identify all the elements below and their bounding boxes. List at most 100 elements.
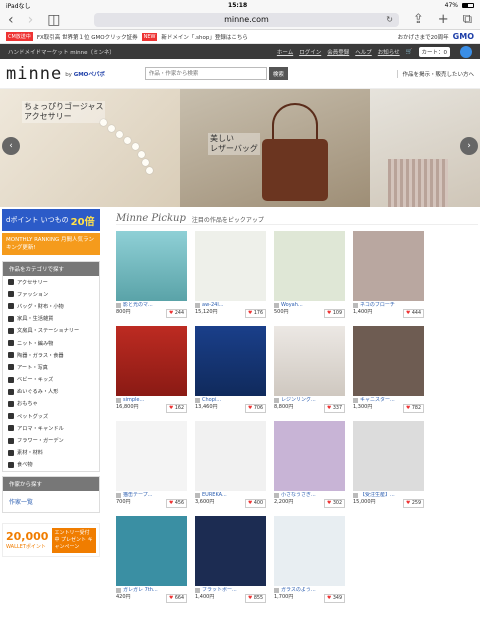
product-image[interactable] bbox=[195, 421, 266, 491]
product-image[interactable] bbox=[353, 326, 424, 396]
category-item[interactable]: バッグ・財布・小物 bbox=[3, 300, 99, 312]
product-name[interactable]: simple... bbox=[123, 397, 144, 404]
category-item[interactable]: アート・写真 bbox=[3, 361, 99, 373]
creator-avatar[interactable] bbox=[116, 588, 121, 593]
product-card[interactable]: ネコのブローチ 1,400円 ♥ 444 bbox=[353, 231, 424, 318]
reload-icon[interactable]: ↻ bbox=[386, 15, 393, 24]
creator-avatar[interactable] bbox=[116, 493, 121, 498]
nav-news[interactable]: お知らせ bbox=[378, 48, 400, 56]
category-item[interactable]: 家具・生活雑貨 bbox=[3, 313, 99, 325]
favorite-button[interactable]: ♥ 664 bbox=[166, 594, 187, 603]
ad-link-fx[interactable]: FX取引高 世界第１位 GMOクリック証券 bbox=[37, 33, 138, 41]
product-image[interactable] bbox=[274, 516, 345, 586]
creator-avatar[interactable] bbox=[274, 588, 279, 593]
category-item[interactable]: おもちゃ bbox=[3, 398, 99, 410]
product-image[interactable] bbox=[353, 421, 424, 491]
favorite-button[interactable]: ♥ 302 bbox=[324, 499, 345, 508]
creator-avatar[interactable] bbox=[353, 303, 358, 308]
help-bubble-icon[interactable] bbox=[460, 45, 472, 58]
product-name[interactable]: ガラスのよう... bbox=[281, 587, 316, 594]
product-card[interactable]: aw-24l... 15,120円 ♥ 176 bbox=[195, 231, 266, 318]
favorite-button[interactable]: ♥ 176 bbox=[245, 309, 266, 318]
category-item[interactable]: ファッション bbox=[3, 288, 99, 300]
product-name[interactable]: 小さなうさぎ... bbox=[281, 492, 316, 499]
favorite-button[interactable]: ♥ 349 bbox=[324, 594, 345, 603]
product-image[interactable] bbox=[274, 421, 345, 491]
category-item[interactable]: 文房具・ステーショナリー bbox=[3, 325, 99, 337]
product-name[interactable]: キャニスター... bbox=[360, 397, 395, 404]
product-name[interactable]: 猫缶テープ... bbox=[123, 492, 152, 499]
product-name[interactable]: レジンリング... bbox=[281, 397, 316, 404]
creator-avatar[interactable] bbox=[274, 398, 279, 403]
product-image[interactable] bbox=[195, 516, 266, 586]
product-image[interactable] bbox=[195, 326, 266, 396]
product-image[interactable] bbox=[116, 231, 187, 301]
favorite-button[interactable]: ♥ 782 bbox=[403, 404, 424, 413]
creator-avatar[interactable] bbox=[116, 303, 121, 308]
favorite-button[interactable]: ♥ 706 bbox=[245, 404, 266, 413]
creator-avatar[interactable] bbox=[353, 493, 358, 498]
dpoint-banner[interactable]: dポイント いつもの 20倍 bbox=[2, 209, 100, 231]
favorite-button[interactable]: ♥ 244 bbox=[166, 309, 187, 318]
creator-avatar[interactable] bbox=[195, 588, 200, 593]
nav-home[interactable]: ホーム bbox=[277, 48, 293, 56]
category-item[interactable]: ベビー・キッズ bbox=[3, 374, 99, 386]
nav-login[interactable]: ログイン bbox=[299, 48, 321, 56]
minne-logo[interactable]: minne bbox=[6, 64, 62, 84]
product-image[interactable] bbox=[274, 231, 345, 301]
ranking-banner[interactable]: MONTHLY RANKING 月間人気ランキング更新! bbox=[2, 233, 100, 255]
product-card[interactable]: 猫缶テープ... 700円 ♥ 456 bbox=[116, 421, 187, 508]
forward-icon[interactable]: › bbox=[28, 12, 34, 28]
nav-help[interactable]: ヘルプ bbox=[355, 48, 372, 56]
product-image[interactable] bbox=[274, 326, 345, 396]
product-name[interactable]: Woyah... bbox=[281, 302, 303, 309]
sell-link[interactable]: 作品を掲示・販売したい方へ bbox=[397, 69, 474, 78]
category-item[interactable]: ニット・編み物 bbox=[3, 337, 99, 349]
wallet-banner[interactable]: 20,000 WALLETポイント エントリー受付中 プレゼント キャンペーン bbox=[2, 523, 100, 557]
creator-avatar[interactable] bbox=[195, 398, 200, 403]
category-item[interactable]: フラワー・ガーデン bbox=[3, 434, 99, 446]
favorite-button[interactable]: ♥ 444 bbox=[403, 309, 424, 318]
product-card[interactable]: 【受注生産】... 15,000円 ♥ 259 bbox=[353, 421, 424, 508]
favorite-button[interactable]: ♥ 456 bbox=[166, 499, 187, 508]
bookmarks-icon[interactable]: ◫ bbox=[47, 12, 60, 28]
creator-avatar[interactable] bbox=[353, 398, 358, 403]
product-image[interactable] bbox=[195, 231, 266, 301]
product-card[interactable]: ガレガレ 7th... 420円 ♥ 664 bbox=[116, 516, 187, 603]
favorite-button[interactable]: ♥ 162 bbox=[166, 404, 187, 413]
favorite-button[interactable]: ♥ 109 bbox=[324, 309, 345, 318]
creator-avatar[interactable] bbox=[195, 303, 200, 308]
product-card[interactable]: 小さなうさぎ... 2,200円 ♥ 302 bbox=[274, 421, 345, 508]
share-icon[interactable]: ⇪ bbox=[413, 12, 424, 27]
product-card[interactable]: 影と光のマ... 800円 ♥ 244 bbox=[116, 231, 187, 318]
product-name[interactable]: EUREKA... bbox=[202, 492, 227, 499]
cart-icon[interactable]: 🛒 bbox=[406, 49, 413, 55]
product-name[interactable]: 【受注生産】... bbox=[360, 492, 395, 499]
favorite-button[interactable]: ♥ 855 bbox=[245, 594, 266, 603]
carousel-next-icon[interactable]: › bbox=[460, 137, 478, 155]
category-item[interactable]: 素材・材料 bbox=[3, 447, 99, 459]
creator-avatar[interactable] bbox=[274, 493, 279, 498]
favorite-button[interactable]: ♥ 337 bbox=[324, 404, 345, 413]
search-button[interactable]: 検索 bbox=[268, 67, 288, 80]
product-name[interactable]: Chopi... bbox=[202, 397, 221, 404]
favorite-button[interactable]: ♥ 259 bbox=[403, 499, 424, 508]
favorite-button[interactable]: ♥ 400 bbox=[245, 499, 266, 508]
nav-register[interactable]: 会員登録 bbox=[327, 48, 349, 56]
carousel-prev-icon[interactable]: ‹ bbox=[2, 137, 20, 155]
product-name[interactable]: ガレガレ 7th... bbox=[123, 587, 158, 594]
creator-avatar[interactable] bbox=[116, 398, 121, 403]
creator-list-link[interactable]: 作家一覧 bbox=[3, 491, 99, 512]
product-card[interactable]: フラットポー... 1,400円 ♥ 855 bbox=[195, 516, 266, 603]
ad-link-shop[interactable]: 新ドメイン「.shop」登録はこちら bbox=[161, 33, 247, 41]
product-name[interactable]: aw-24l... bbox=[202, 302, 223, 309]
category-item[interactable]: 陶器・ガラス・食器 bbox=[3, 349, 99, 361]
hero-slide-accessory[interactable]: ちょっぴりゴージャス アクセサリー bbox=[0, 89, 180, 207]
product-card[interactable]: Chopi... 13,460円 ♥ 706 bbox=[195, 326, 266, 413]
product-name[interactable]: フラットポー... bbox=[202, 587, 237, 594]
product-card[interactable]: Woyah... 500円 ♥ 109 bbox=[274, 231, 345, 318]
address-bar[interactable]: minne.com ↻ bbox=[94, 12, 399, 27]
product-name[interactable]: 影と光のマ... bbox=[123, 302, 153, 309]
category-item[interactable]: アロマ・キャンドル bbox=[3, 422, 99, 434]
category-item[interactable]: アクセサリー bbox=[3, 276, 99, 288]
